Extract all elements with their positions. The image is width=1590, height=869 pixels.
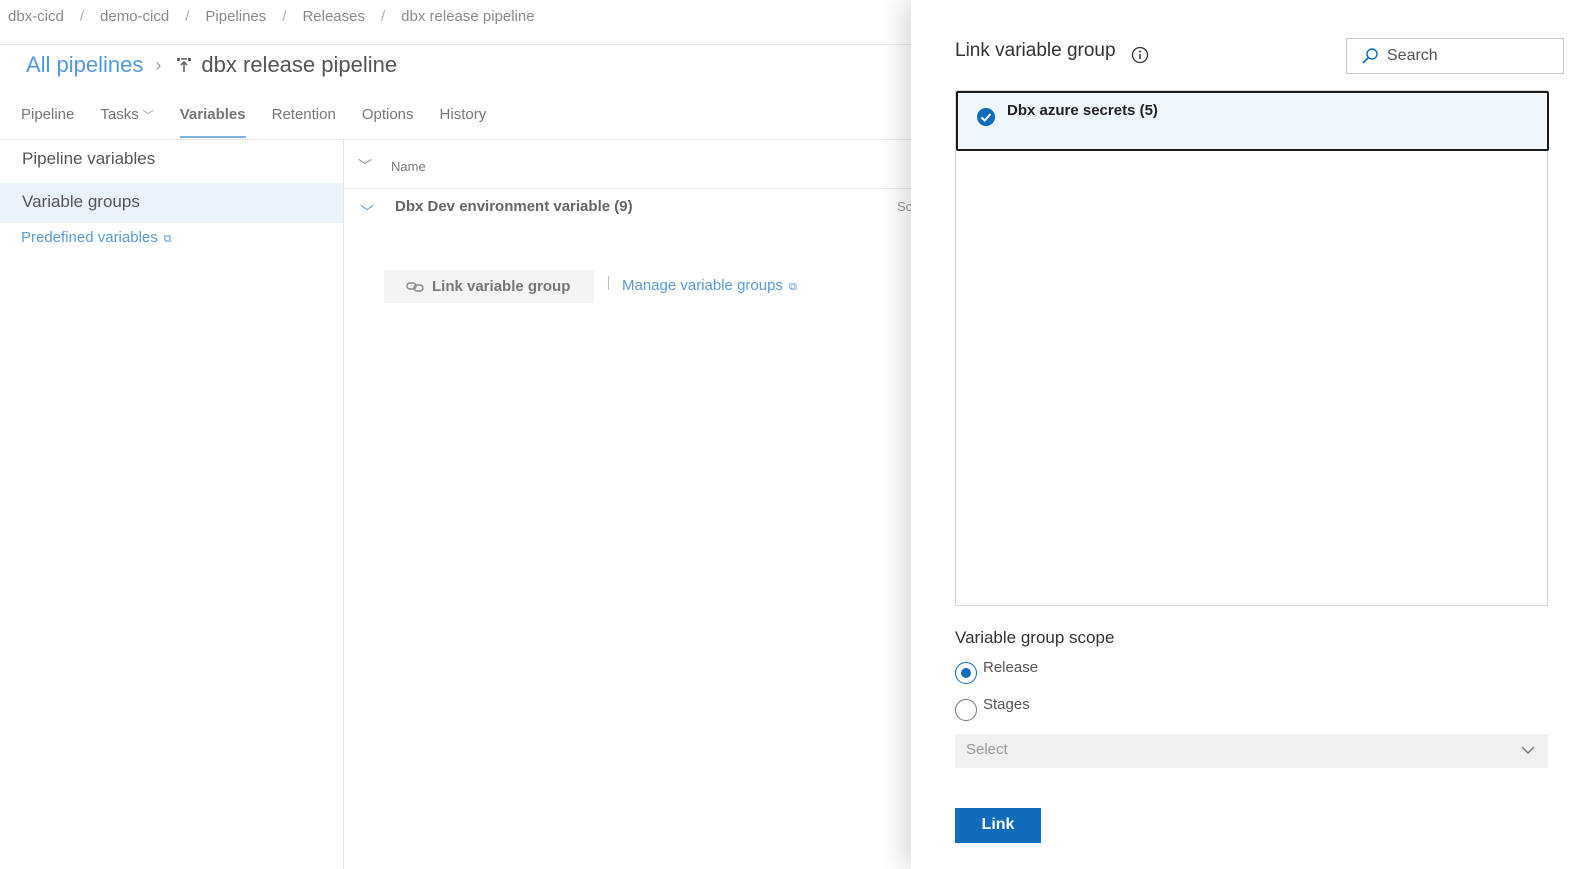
breadcrumb-item-project[interactable]: demo-cicd [100,8,169,25]
sidebar-item-variable-groups[interactable]: Variable groups [0,183,343,223]
radio-selected-icon[interactable] [955,662,977,684]
breadcrumb-separator: / [79,7,85,25]
stages-select[interactable]: Select [955,734,1548,768]
info-icon[interactable] [1131,46,1149,64]
page-title-bar: All pipelines › dbx release pipeline [26,50,397,80]
checkmark-circle-icon [977,108,995,126]
list-item-label: Dbx azure secrets (5) [1007,102,1158,119]
tab-label: Options [361,106,414,123]
manage-variable-groups-link[interactable]: Manage variable groups ⧉ [622,277,797,294]
chevron-right-icon: › [155,54,162,75]
link-button[interactable]: Link [955,808,1041,843]
tab-history[interactable]: History [440,100,487,138]
link-variable-group-panel: Link variable group Dbx azure secrets (5… [911,0,1590,869]
list-item[interactable]: Dbx azure secrets (5) [956,91,1549,151]
collapse-all-chevron-icon[interactable]: ﹀ [358,156,372,176]
link-variable-group-button[interactable]: Link variable group [384,270,594,303]
search-icon [1362,48,1378,64]
radio-label: Stages [983,696,1030,713]
release-pipeline-icon [177,58,192,72]
variables-sidebar: Pipeline variables Variable groups Prede… [0,140,344,869]
sidebar-item-label: Pipeline variables [22,149,156,168]
tab-retention[interactable]: Retention [272,100,336,138]
tab-variables[interactable]: Variables [179,100,246,138]
select-placeholder: Select [966,741,1008,758]
sidebar-item-label: Variable groups [22,192,140,211]
scope-radio-stages[interactable]: Stages [955,696,1155,722]
breadcrumb: dbx-cicd / demo-cicd / Pipelines / Relea… [8,6,535,26]
variable-group-name: Dbx Dev environment variable (9) [395,198,633,215]
breadcrumb-separator: / [381,7,386,25]
scope-radio-release[interactable]: Release [955,659,1155,685]
column-header-name: Name [391,159,426,174]
variable-group-list: Dbx azure secrets (5) [955,90,1549,606]
tab-label: Variables [179,106,246,123]
breadcrumb-item-current[interactable]: dbx release pipeline [401,8,534,25]
tab-label: History [439,106,487,123]
search-input[interactable] [1387,47,1547,65]
external-link-icon: ⧉ [788,281,797,293]
all-pipelines-link[interactable]: All pipelines [26,52,143,78]
link-label: Predefined variables [21,229,158,246]
breadcrumb-item-releases[interactable]: Releases [302,8,365,25]
panel-title: Link variable group [955,40,1116,61]
radio-label: Release [983,659,1039,676]
link-icon [406,281,424,292]
button-label: Link variable group [432,278,571,295]
external-link-icon: ⧉ [163,233,172,245]
tab-options[interactable]: Options [362,100,414,138]
breadcrumb-item-org[interactable]: dbx-cicd [8,8,64,25]
breadcrumb-separator: / [282,7,287,25]
tab-pipeline[interactable]: Pipeline [21,100,74,138]
breadcrumb-item-pipelines[interactable]: Pipelines [205,8,266,25]
search-box[interactable] [1346,38,1564,74]
tab-tasks[interactable]: Tasks ﹀ [100,100,153,138]
chevron-down-icon: ﹀ [142,110,154,122]
pipeline-tabs: Pipeline Tasks ﹀ Variables Retention Opti… [21,100,512,140]
link-label: Manage variable groups [622,277,783,294]
tab-label: Pipeline [21,106,75,123]
expand-chevron-icon[interactable]: ﹀ [360,202,374,222]
tab-label: Retention [271,106,336,123]
chevron-down-icon [1521,746,1535,754]
variable-group-scope: Sc [897,199,913,214]
breadcrumb-separator: / [185,7,190,25]
tab-label: Tasks [100,106,139,123]
scope-label: Variable group scope [955,628,1115,647]
action-separator [608,276,609,290]
radio-unselected-icon[interactable] [955,699,977,721]
sidebar-item-pipeline-variables[interactable]: Pipeline variables [0,140,343,180]
predefined-variables-link[interactable]: Predefined variables ⧉ [21,229,172,246]
page-title: dbx release pipeline [201,52,398,77]
